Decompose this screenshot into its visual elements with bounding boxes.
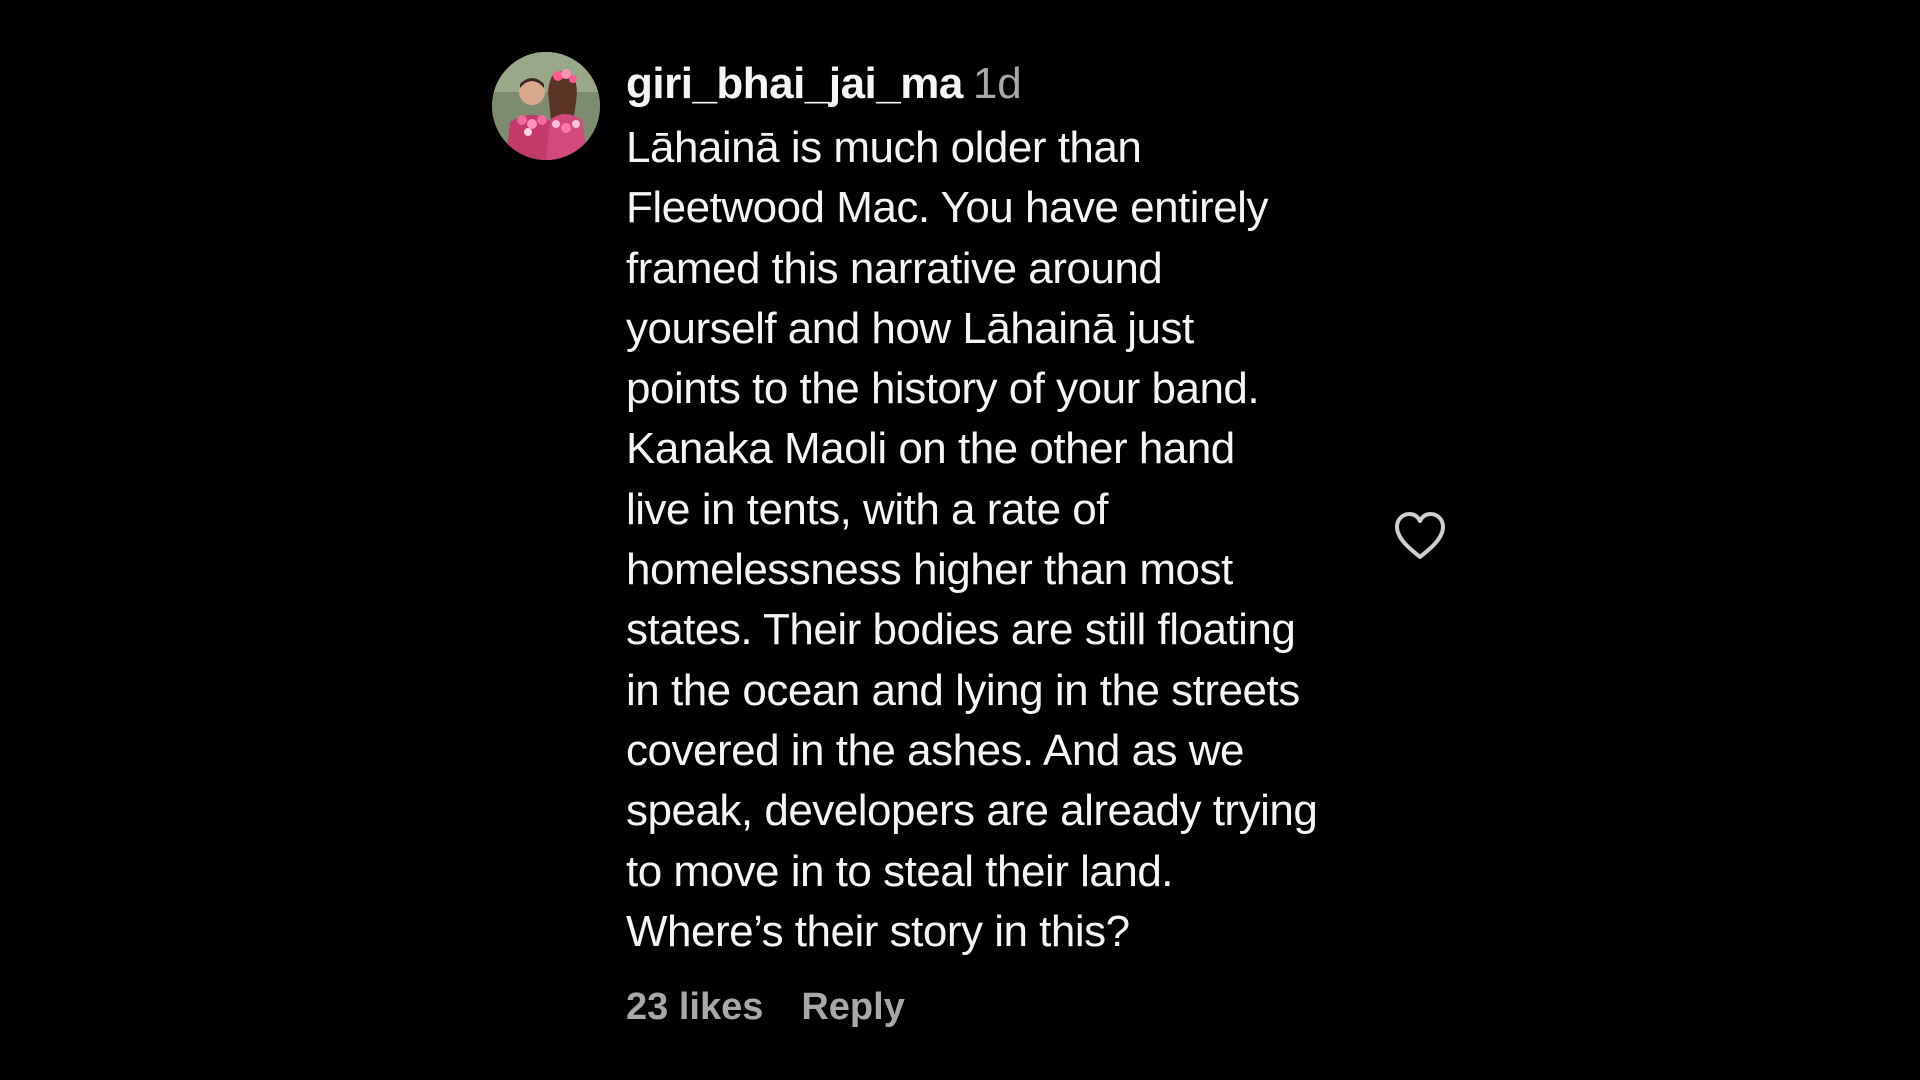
comment-header: giri_bhai_jai_ma 1d — [626, 58, 1386, 110]
likes-count[interactable]: 23 likes — [626, 982, 763, 1032]
comment-timestamp[interactable]: 1d — [973, 59, 1022, 108]
comment-text-line: Lāhainā is much older than — [626, 123, 1142, 172]
comment-text-line: covered in the ashes. And as we — [626, 725, 1245, 775]
heart-outline-icon — [1395, 512, 1445, 559]
comment-text-line: states. Their bodies are still floating — [626, 605, 1296, 655]
comment-body: giri_bhai_jai_ma 1d Lāhainā is much older… — [626, 58, 1386, 1032]
comment-text-line: in the ocean and lying in the streets — [626, 665, 1300, 715]
avatar[interactable] — [492, 52, 600, 160]
avatar-photo-icon — [492, 52, 600, 160]
comment-text-line: points to the history of your band. — [626, 364, 1260, 414]
comment-text-line: framed this narrative around — [626, 243, 1163, 293]
comment-text-line: live in tents, with a rate of — [626, 484, 1108, 534]
comment-text-line: yourself and how Lāhainā just — [626, 303, 1194, 353]
comment-text-line: Fleetwood Mac. You have entirely — [626, 183, 1268, 233]
comment-text-line: Kanaka Maoli on the other hand — [626, 424, 1235, 474]
comment: giri_bhai_jai_ma 1d Lāhainā is much older… — [492, 52, 1492, 1052]
comment-text: Lāhainā is much older than Fleetwood Mac… — [626, 118, 1386, 962]
comment-actions: 23 likes Reply — [626, 982, 1386, 1032]
comment-text-line: Where’s their story in this? — [626, 906, 1130, 956]
comment-text-line: speak, developers are already trying — [626, 786, 1318, 836]
comment-text-line: to move in to steal their land. — [626, 846, 1174, 896]
username-link[interactable]: giri_bhai_jai_ma — [626, 59, 963, 108]
like-button[interactable] — [1393, 511, 1447, 561]
comment-text-line: homelessness higher than most — [626, 545, 1233, 595]
reply-button[interactable]: Reply — [801, 982, 904, 1032]
